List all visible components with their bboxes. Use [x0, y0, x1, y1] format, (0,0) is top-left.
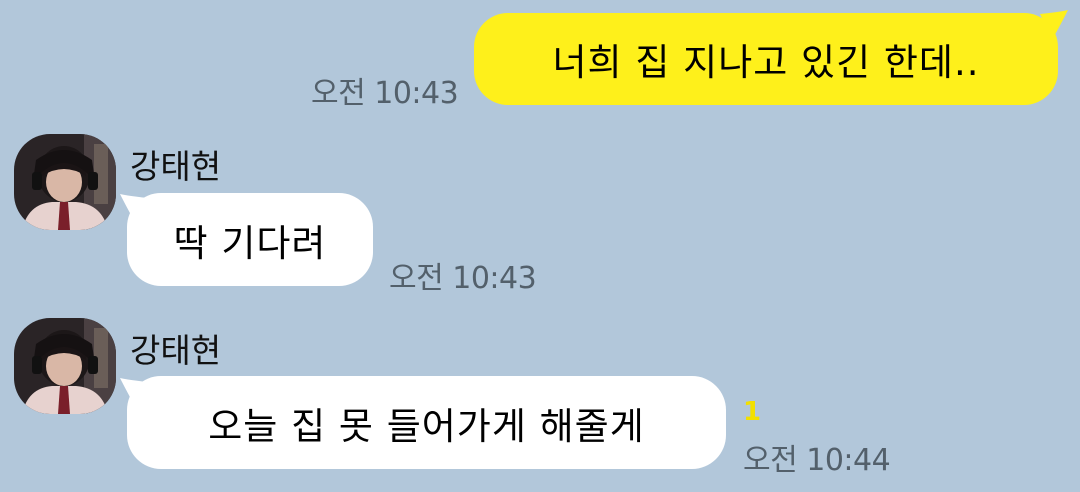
profile-photo-icon: [14, 134, 116, 230]
message-time: 오전 10:43: [311, 76, 459, 111]
message-bubble[interactable]: 오늘 집 못 들어가게 해줄게: [127, 376, 726, 469]
profile-photo-icon: [14, 318, 116, 414]
message-time: 오전 10:43: [389, 261, 537, 296]
message-bubble[interactable]: 너희 집 지나고 있긴 한데..: [474, 13, 1058, 105]
avatar[interactable]: [14, 318, 116, 414]
sender-name: 강태현: [130, 331, 222, 370]
avatar[interactable]: [14, 134, 116, 230]
message-bubble[interactable]: 딱 기다려: [127, 193, 373, 286]
sender-name: 강태현: [130, 147, 222, 186]
message-text: 너희 집 지나고 있긴 한데..: [552, 41, 980, 84]
message-text: 오늘 집 못 들어가게 해줄게: [208, 404, 645, 448]
message-time: 오전 10:44: [743, 443, 891, 478]
unread-count-badge: 1: [743, 397, 762, 427]
message-text: 딱 기다려: [173, 221, 327, 265]
chat-room: 오전 10:43 너희 집 지나고 있긴 한데.. 강태현 딱 기다려 오전 1…: [0, 0, 1080, 492]
